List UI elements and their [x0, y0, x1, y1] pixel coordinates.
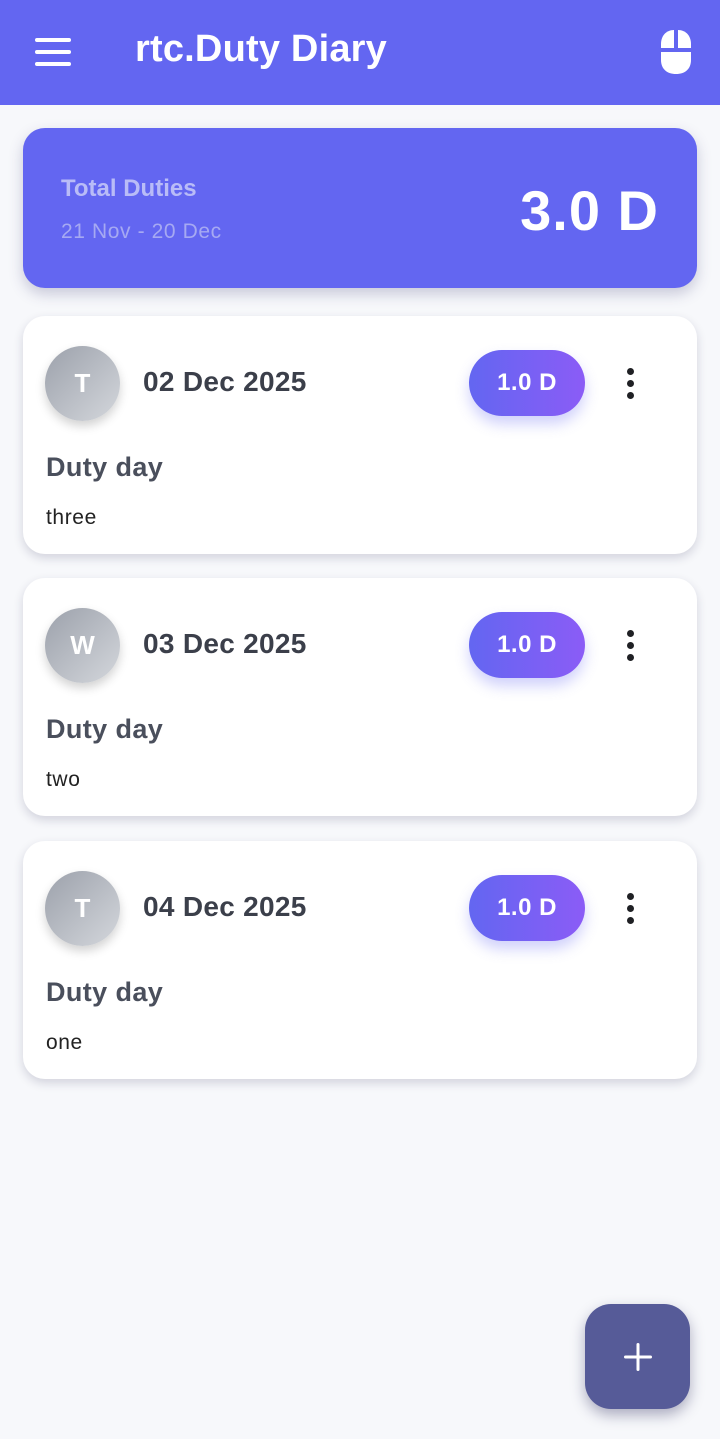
hamburger-menu-icon [35, 38, 71, 42]
more-options-button[interactable] [615, 360, 645, 406]
more-vert-icon [626, 629, 634, 637]
duty-note: two [46, 768, 81, 791]
add-duty-button[interactable] [585, 1304, 690, 1409]
app-bar: rtc.Duty Diary [0, 0, 720, 105]
duty-note: three [46, 506, 97, 529]
duty-date: 02 Dec 2025 [143, 366, 307, 397]
more-options-button[interactable] [615, 622, 645, 668]
duty-date: 04 Dec 2025 [143, 891, 307, 922]
summary-date-range: 21 Nov - 20 Dec [61, 220, 222, 243]
total-duties-card: Total Duties 21 Nov - 20 Dec 3.0 D [23, 128, 697, 288]
duty-card[interactable]: T 04 Dec 2025 1.0 D Duty day one [23, 841, 697, 1079]
mouse-button[interactable] [658, 28, 694, 76]
more-vert-icon [626, 892, 634, 900]
duty-type: Duty day [46, 714, 164, 744]
duty-count-badge: 1.0 D [469, 350, 585, 416]
more-vert-icon [626, 367, 634, 375]
mouse-icon [661, 30, 691, 74]
summary-title: Total Duties [61, 175, 197, 202]
app-title: rtc.Duty Diary [135, 28, 387, 70]
more-options-button[interactable] [615, 885, 645, 931]
menu-button[interactable] [28, 30, 78, 74]
duty-count-badge: 1.0 D [469, 875, 585, 941]
app-screen: rtc.Duty Diary Total Duties 21 Nov - 20 … [0, 0, 720, 1439]
avatar: T [45, 346, 120, 421]
duty-card[interactable]: W 03 Dec 2025 1.0 D Duty day two [23, 578, 697, 816]
duty-type: Duty day [46, 977, 164, 1007]
duty-date: 03 Dec 2025 [143, 628, 307, 659]
duty-count-badge: 1.0 D [469, 612, 585, 678]
summary-total-value: 3.0 D [520, 179, 659, 242]
duty-type: Duty day [46, 452, 164, 482]
duty-card[interactable]: T 02 Dec 2025 1.0 D Duty day three [23, 316, 697, 554]
duty-note: one [46, 1031, 83, 1054]
avatar: T [45, 871, 120, 946]
avatar: W [45, 608, 120, 683]
plus-icon [623, 1342, 652, 1371]
